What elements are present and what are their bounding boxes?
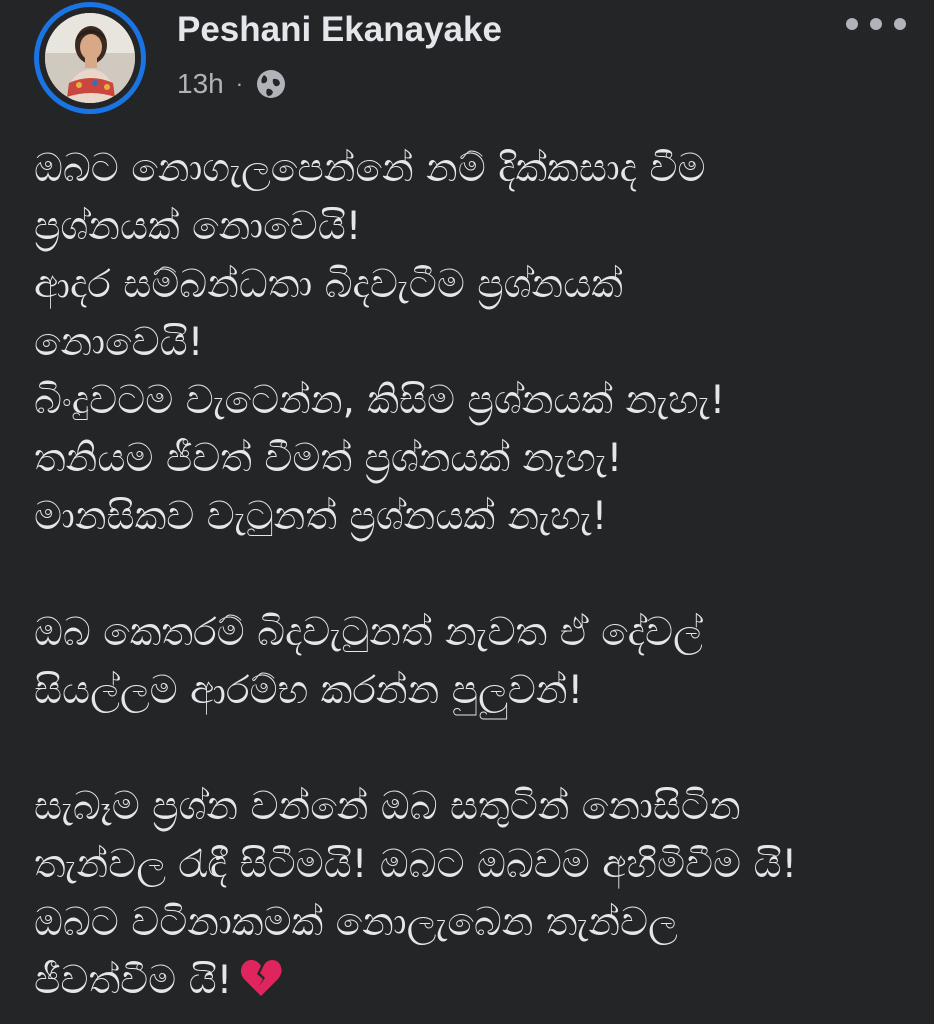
globe-icon[interactable] bbox=[255, 68, 287, 100]
post-line-last: ජීවත්වීම යි! bbox=[34, 952, 924, 1010]
more-options-button[interactable] bbox=[846, 10, 906, 38]
post-line: ඔබට නොගැලපෙන්නේ නම් දික්කසාද වීම bbox=[34, 146, 706, 191]
avatar[interactable] bbox=[45, 13, 135, 103]
post-line: සැබෑම ප්‍රශ්න වන්නේ ඔබ සතුටින් නොසිටින bbox=[34, 784, 741, 829]
post-line: ඔබට වටිනාකමක් නොලැබෙන තැන්වල bbox=[34, 900, 678, 945]
more-horizontal-icon bbox=[846, 18, 858, 30]
post-timestamp[interactable]: 13h bbox=[177, 68, 224, 100]
author-name[interactable]: Peshani Ekanayake bbox=[177, 10, 502, 50]
post-line: ප්‍රශ්නයක් නොවෙයි! bbox=[34, 204, 362, 249]
post-line: ඔබ කෙතරම් බිදවැටුනත් නැවත ඒ දේවල් bbox=[34, 610, 703, 655]
post-line: මානසිකව වැටුනත් ප්‍රශ්නයක් නැහැ! bbox=[34, 494, 608, 539]
meta-separator: · bbox=[235, 71, 244, 96]
post-meta: 13h · bbox=[177, 66, 287, 102]
post-line: බිංදුවටම වැටෙන්න, කිසිම ප්‍රශ්නයක් නැහැ! bbox=[34, 378, 726, 423]
post-line-text: ජීවත්වීම යි! bbox=[34, 958, 233, 1003]
broken-heart-icon bbox=[238, 955, 284, 1001]
post-line: තැන්වල රැඳී සිටීමයි! ඔබට ඔබවම අහිමිවීම ය… bbox=[34, 842, 798, 887]
post-line: ආදර සම්බන්ධතා බිදවැටීම ප්‍රශ්නයක් bbox=[34, 262, 623, 307]
post-text: ඔබට නොගැලපෙන්නේ නම් දික්කසාද වීම ප්‍රශ්න… bbox=[34, 140, 924, 1010]
post-line: නොවෙයි! bbox=[34, 320, 204, 365]
post-line: තනියම ජීවත් වීමත් ප්‍රශ්නයක් නැහැ! bbox=[34, 436, 623, 481]
post-header: Peshani Ekanayake 13h · bbox=[0, 0, 934, 120]
profile-avatar-ring[interactable] bbox=[34, 2, 146, 114]
avatar-photo bbox=[45, 13, 135, 103]
post-line: සියල්ලම ආරම්භ කරන්න පුලුවන්! bbox=[34, 668, 584, 713]
